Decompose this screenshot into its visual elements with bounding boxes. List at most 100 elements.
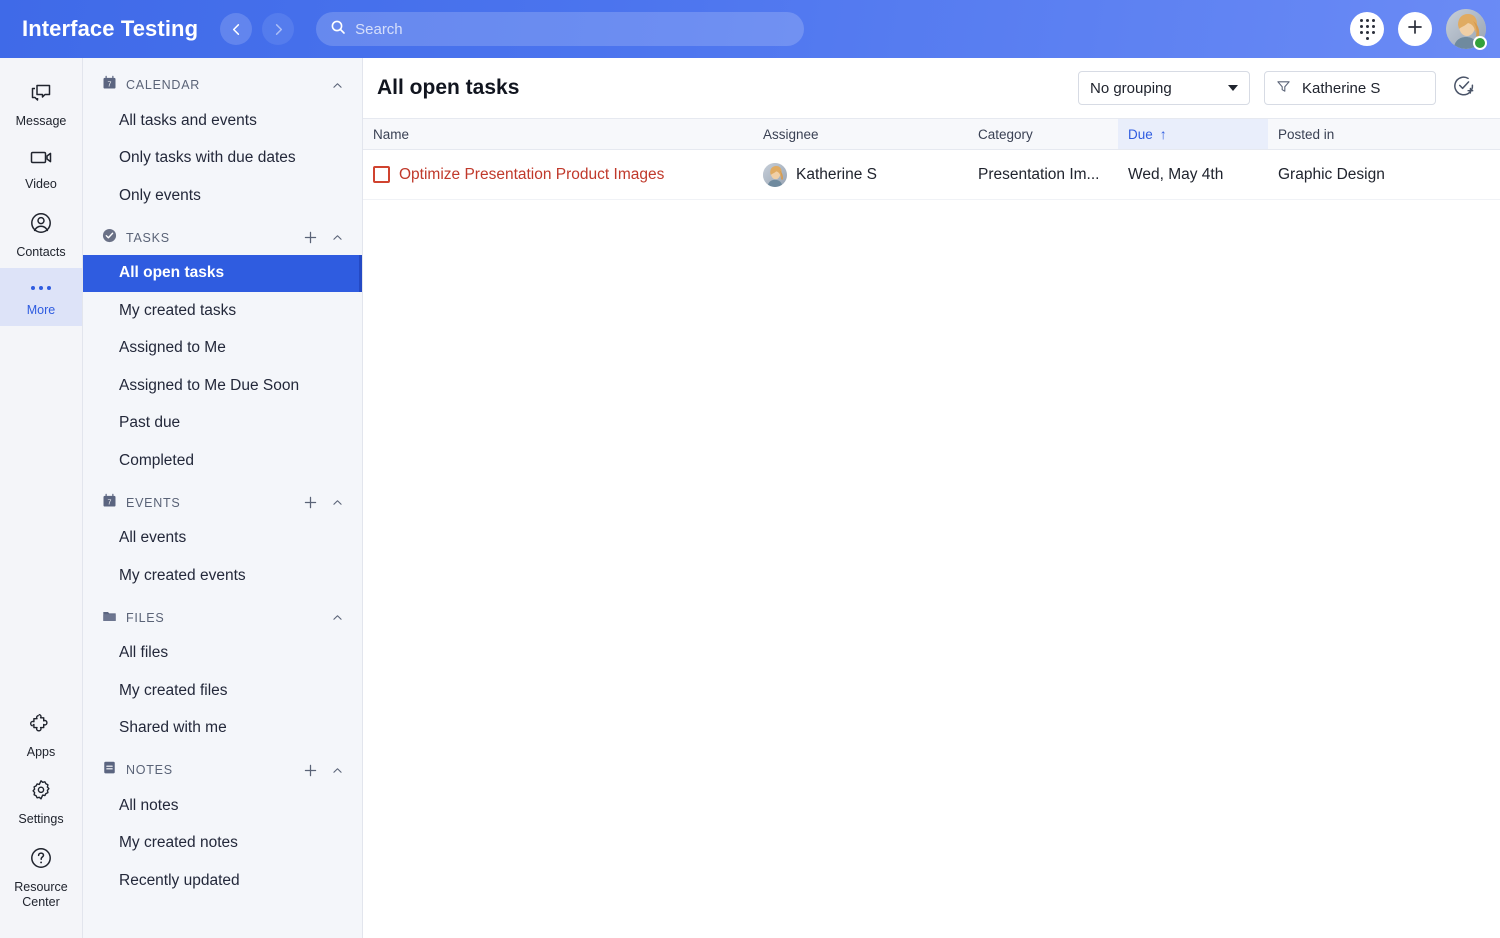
- app-brand-title: Interface Testing: [22, 16, 199, 41]
- toolbar-controls: No grouping Katherine S: [1078, 71, 1478, 105]
- sidebar-item-only-tasks-with-due-dates[interactable]: Only tasks with due dates: [83, 140, 362, 178]
- add-task-button[interactable]: [1450, 74, 1478, 102]
- sidebar-item-shared-with-me[interactable]: Shared with me: [83, 710, 362, 748]
- note-icon: [102, 760, 117, 780]
- sidebar-section-collapse-calendar[interactable]: [328, 76, 346, 94]
- rail-item-settings[interactable]: Settings: [0, 768, 82, 835]
- rail-item-more[interactable]: More: [0, 267, 82, 326]
- chevron-left-icon: [229, 22, 244, 37]
- forward-button[interactable]: [262, 13, 295, 45]
- sidebar-item-my-created-files[interactable]: My created files: [83, 672, 362, 710]
- sidebar-item-my-created-tasks[interactable]: My created tasks: [83, 292, 362, 330]
- posted-in-value: Graphic Design: [1278, 165, 1385, 183]
- sidebar-item-all-notes[interactable]: All notes: [83, 787, 362, 825]
- sidebar-item-assigned-to-me[interactable]: Assigned to Me: [83, 330, 362, 368]
- sidebar-section-collapse-events[interactable]: [328, 494, 346, 512]
- cell-category: Presentation Im...: [968, 166, 1118, 184]
- sidebar-item-assigned-to-me-due-soon[interactable]: Assigned to Me Due Soon: [83, 367, 362, 405]
- page-title: All open tasks: [377, 76, 520, 99]
- sidebar-item-my-created-events[interactable]: My created events: [83, 557, 362, 595]
- chat-bubble-icon: [29, 82, 53, 109]
- app-window: Interface Testing Search Message Video C…: [0, 0, 1500, 938]
- rail-item-message[interactable]: Message: [0, 72, 82, 137]
- caret-down-icon: [1228, 85, 1238, 91]
- assignee-name: Katherine S: [796, 165, 877, 183]
- assignee-avatar: [763, 162, 787, 187]
- assignee-filter-value: Katherine S: [1302, 79, 1381, 97]
- rail-item-contacts[interactable]: Contacts: [0, 201, 82, 268]
- sidebar-section-header-notes[interactable]: NOTES: [83, 753, 362, 787]
- back-button[interactable]: [220, 13, 253, 45]
- rail-item-label: Resource Center: [14, 879, 68, 909]
- search-bar[interactable]: [316, 12, 805, 46]
- table-body: Optimize Presentation Product Images Kath…: [363, 150, 1500, 200]
- calendar-icon: 7: [102, 493, 117, 513]
- check-circle-icon: [102, 228, 117, 248]
- table-column-header-assignee[interactable]: Assignee: [753, 119, 968, 149]
- apps-grid-button[interactable]: [1350, 12, 1384, 46]
- table-column-header-due[interactable]: Due ↑: [1118, 119, 1268, 149]
- sidebar-item-past-due[interactable]: Past due: [83, 405, 362, 443]
- avatar[interactable]: [1446, 9, 1487, 50]
- rail-spacer: [0, 326, 82, 701]
- plus-icon: [1406, 18, 1424, 41]
- grouping-select[interactable]: No grouping: [1078, 71, 1250, 105]
- sidebar-item-completed[interactable]: Completed: [83, 442, 362, 480]
- column-label: Assignee: [763, 126, 819, 142]
- main-content: All open tasks No grouping Katherine S N…: [363, 58, 1500, 938]
- sidebar-section-collapse-files[interactable]: [328, 609, 346, 627]
- sidebar-section-header-files[interactable]: FILES: [83, 601, 362, 635]
- rail-item-label: More: [26, 302, 56, 317]
- tasks-table: Name Assignee Category Due ↑ Posted in Optimi…: [363, 118, 1500, 200]
- table-column-header-posted-in[interactable]: Posted in: [1268, 119, 1500, 149]
- grouping-select-value: No grouping: [1090, 79, 1172, 97]
- table-column-header-category[interactable]: Category: [968, 119, 1118, 149]
- sidebar-item-only-events[interactable]: Only events: [83, 177, 362, 215]
- dialpad-grid-icon: [1359, 18, 1375, 40]
- sidebar-item-recently-updated[interactable]: Recently updated: [83, 862, 362, 900]
- assignee-filter[interactable]: Katherine S: [1264, 71, 1436, 105]
- add-button[interactable]: [1398, 12, 1432, 46]
- header-actions: [1350, 9, 1487, 50]
- sidebar-section-collapse-tasks[interactable]: [328, 229, 346, 247]
- cell-due: Wed, May 4th: [1118, 166, 1268, 184]
- sidebar-section-add-tasks[interactable]: [301, 229, 319, 247]
- column-label: Category: [978, 126, 1033, 142]
- sidebar-section-header-tasks[interactable]: TASKS: [83, 221, 362, 255]
- sidebar-section-title: CALENDAR: [126, 78, 201, 92]
- app-body: Message Video Contacts More Apps Setting…: [0, 58, 1500, 938]
- check-circle-plus-icon: [1452, 74, 1476, 103]
- rail-item-video[interactable]: Video: [0, 137, 82, 200]
- sidebar-section-collapse-notes[interactable]: [328, 761, 346, 779]
- search-input[interactable]: [355, 20, 791, 38]
- ellipsis-icon: [31, 278, 51, 298]
- sidebar-item-all-files[interactable]: All files: [83, 635, 362, 673]
- task-complete-checkbox[interactable]: [373, 166, 390, 183]
- nav-history-buttons: [220, 13, 295, 45]
- search-icon: [330, 19, 346, 40]
- calendar-icon: 7: [102, 75, 117, 95]
- rail-item-label: Apps: [26, 745, 56, 759]
- rail-item-apps[interactable]: Apps: [0, 701, 82, 768]
- status-badge-online: [1473, 36, 1487, 50]
- sidebar-section-add-notes[interactable]: [301, 761, 319, 779]
- category-value: Presentation Im...: [978, 165, 1100, 183]
- task-name-link[interactable]: Optimize Presentation Product Images: [399, 166, 664, 184]
- sidebar-nav[interactable]: 7 CALENDAR All tasks and events Only tasks …: [83, 58, 363, 938]
- sidebar-section-add-events[interactable]: [301, 494, 319, 512]
- top-header: Interface Testing: [0, 0, 1500, 58]
- table-column-header-name[interactable]: Name: [363, 119, 753, 149]
- rail-item-label: Message: [15, 114, 67, 128]
- sidebar-item-my-created-notes[interactable]: My created notes: [83, 825, 362, 863]
- table-row[interactable]: Optimize Presentation Product Images Kath…: [363, 150, 1500, 200]
- rail-item-resource-center[interactable]: Resource Center: [0, 836, 82, 919]
- sidebar-item-all-open-tasks[interactable]: All open tasks: [83, 254, 362, 292]
- sidebar-item-all-events[interactable]: All events: [83, 520, 362, 558]
- cell-posted-in: Graphic Design: [1268, 166, 1500, 184]
- sidebar-item-all-tasks-and-events[interactable]: All tasks and events: [83, 102, 362, 140]
- video-camera-icon: [28, 147, 54, 172]
- sidebar-section-header-events[interactable]: 7 EVENTS: [83, 486, 362, 520]
- rail-item-label: Settings: [18, 812, 64, 827]
- sidebar-section-title: NOTES: [126, 763, 173, 777]
- sidebar-section-header-calendar[interactable]: 7 CALENDAR: [83, 68, 362, 102]
